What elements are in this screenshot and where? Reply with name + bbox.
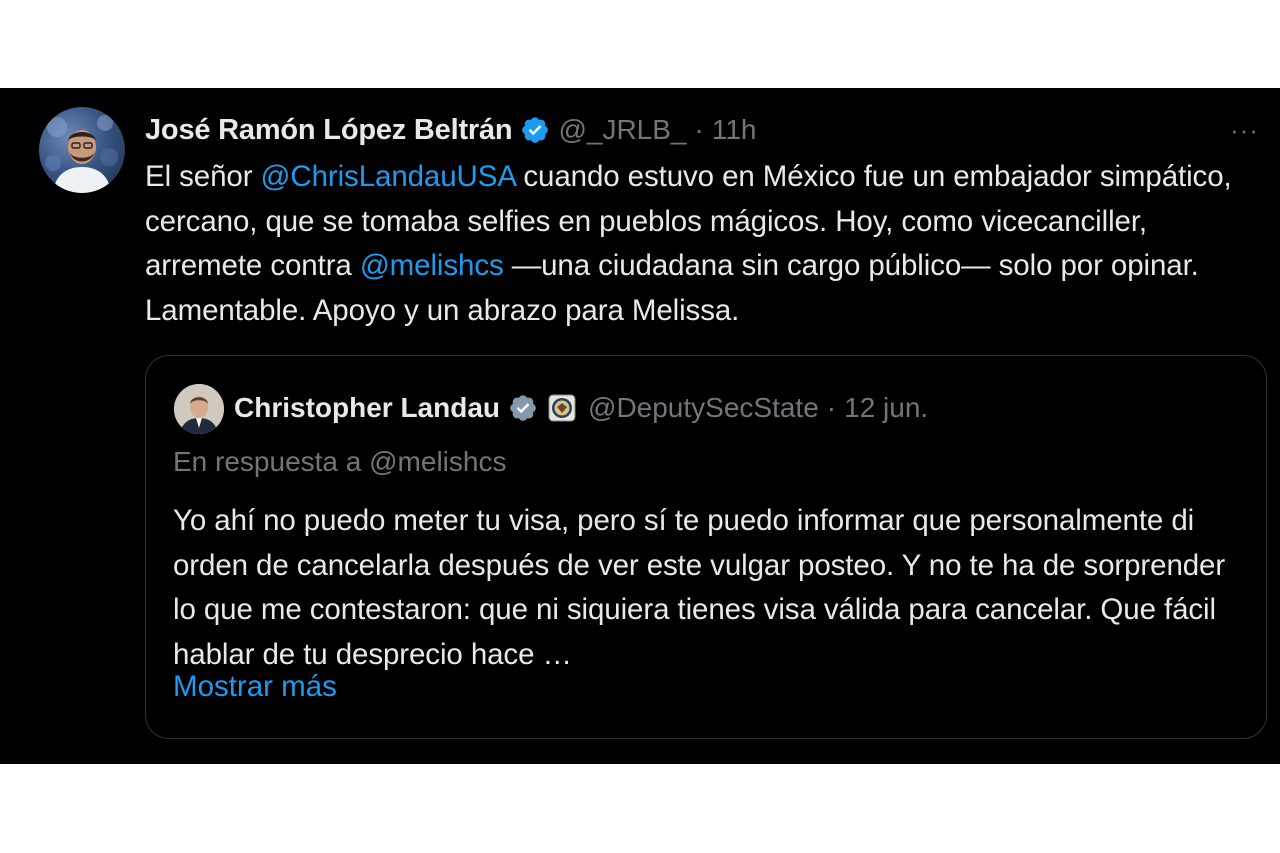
avatar-photo bbox=[45, 115, 118, 193]
quoted-timestamp[interactable]: 12 jun. bbox=[844, 392, 928, 424]
verified-badge-icon[interactable] bbox=[520, 115, 550, 145]
us-state-seal-icon[interactable] bbox=[548, 394, 576, 422]
quoted-author-name[interactable]: Christopher Landau bbox=[234, 392, 500, 424]
author-avatar[interactable] bbox=[39, 107, 125, 193]
author-name[interactable]: José Ramón López Beltrán bbox=[145, 114, 513, 147]
reply-context: En respuesta a @melishcs bbox=[173, 446, 507, 477]
quoted-author-avatar[interactable] bbox=[174, 384, 224, 434]
more-dots-icon[interactable]: ··· bbox=[1230, 115, 1259, 146]
tweet-header: José Ramón López Beltrán @_JRLB_ · 11h bbox=[145, 108, 756, 152]
tweet-body-text-1: El señor bbox=[145, 160, 261, 193]
quoted-tweet-text: Yo ahí no puedo meter tu visa, pero sí t… bbox=[173, 504, 1226, 671]
quoted-tweet[interactable]: Christopher Landau @DeputySecState · 12 … bbox=[145, 355, 1267, 739]
tweet-body: El señor @ChrisLandauUSA cuando estuvo e… bbox=[145, 155, 1270, 333]
mention-chrislandauusa[interactable]: @ChrisLandauUSA bbox=[261, 160, 516, 193]
author-handle[interactable]: @_JRLB_ bbox=[558, 114, 686, 146]
quoted-header: Christopher Landau @DeputySecState · 12 … bbox=[234, 386, 928, 430]
mention-melishcs[interactable]: @melishcs bbox=[360, 249, 504, 282]
gray-verified-badge-icon[interactable] bbox=[508, 393, 538, 423]
quoted-author-handle[interactable]: @DeputySecState bbox=[588, 392, 819, 424]
show-more-link[interactable]: Mostrar más bbox=[173, 670, 337, 704]
quoted-header-separator: · bbox=[826, 392, 837, 423]
header-separator: · bbox=[694, 114, 704, 145]
quoted-avatar-photo bbox=[174, 384, 224, 434]
tweet-timestamp[interactable]: 11h bbox=[712, 114, 757, 146]
